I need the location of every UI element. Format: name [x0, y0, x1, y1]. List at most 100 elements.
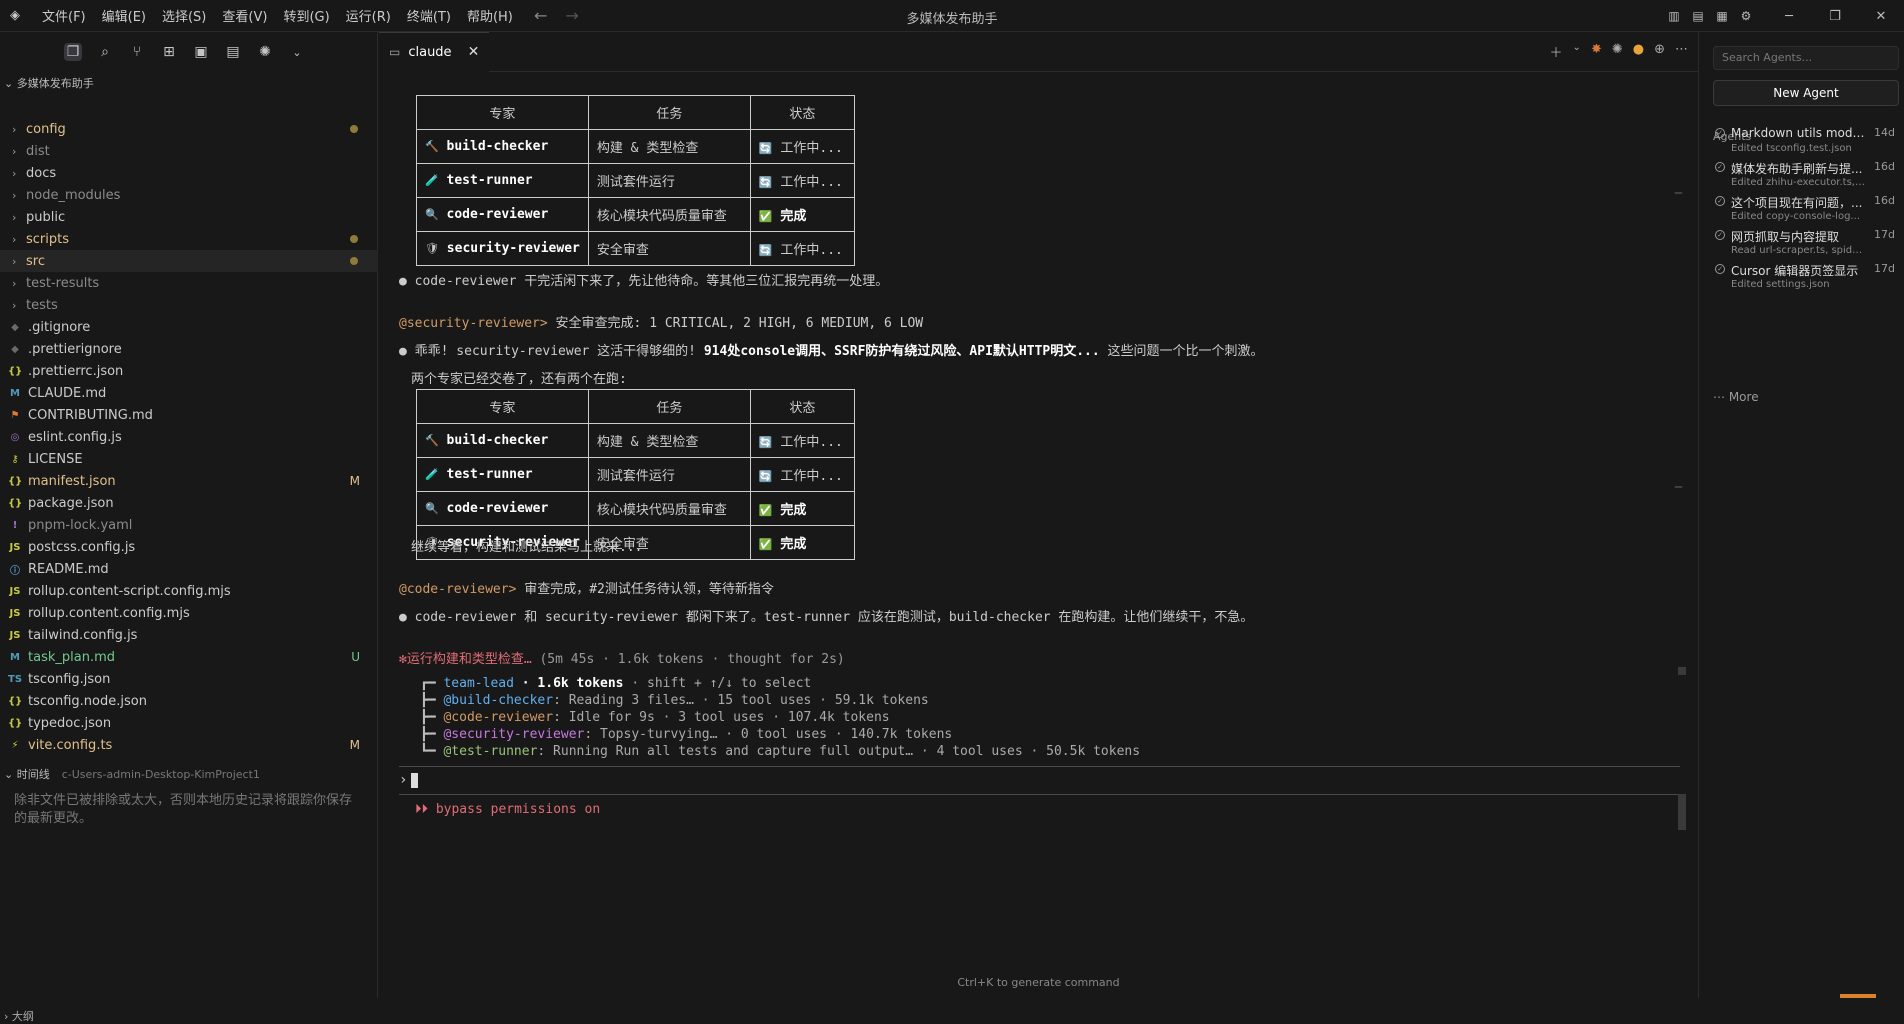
message-bold-text: 914处console调用、SSRF防护有绕过风险、API默认HTTP明文... — [703, 344, 1100, 359]
file-item[interactable]: {} .prettierrc.json — [0, 360, 378, 382]
file-item[interactable]: {} package.json — [0, 492, 378, 514]
status-icon: ✅ — [758, 504, 773, 517]
more-agents-link[interactable]: ⋯ More — [1713, 390, 1759, 404]
file-item[interactable]: JS rollup.content.config.mjs — [0, 602, 378, 624]
chevron-down-icon[interactable]: ⌄ — [288, 43, 306, 61]
back-arrow-icon[interactable]: ← — [534, 6, 547, 25]
outline-header[interactable]: › 大纲 — [0, 1008, 34, 1024]
item-label: .gitignore — [28, 319, 91, 335]
folder-item[interactable]: › dist — [0, 140, 378, 162]
timeline-header[interactable]: ⌄ 时间线 c-Users-admin-Desktop-KimProject1 — [0, 764, 378, 784]
menu-file[interactable]: 文件(F) — [34, 6, 94, 25]
bookmark-icon[interactable]: ▤ — [224, 43, 242, 61]
folder-item[interactable]: › config — [0, 118, 378, 140]
openai-icon[interactable]: ✺ — [256, 43, 274, 61]
team-member-line[interactable]: ┣━ @code-reviewer: Idle for 9s · 3 tool … — [420, 709, 1140, 726]
agent-item[interactable]: ✓ 媒体发布助手刷新与提... 16d Edited zhihu-executor.t… — [1713, 160, 1903, 194]
new-terminal-icon[interactable]: ＋ — [1550, 42, 1563, 61]
chevron-down-icon[interactable]: ⌄ — [1573, 42, 1581, 61]
settings-gear-icon[interactable]: ⚙ — [1734, 9, 1758, 23]
item-label: dist — [26, 143, 50, 159]
file-item[interactable]: ◆ .gitignore — [0, 316, 378, 338]
check-circle-icon: ✓ — [1715, 162, 1725, 172]
search-agents-input[interactable]: Search Agents... — [1713, 46, 1899, 70]
more-actions-icon[interactable]: ⋯ — [1675, 42, 1688, 61]
status-text: 工作中... — [780, 435, 843, 450]
restore-icon[interactable]: ❐ — [1812, 9, 1858, 24]
terminal-output[interactable]: 专家 任务 状态 🔨 build-checker 构建 & 类型检查 🔄 工作中... 🧪 … — [379, 72, 1698, 998]
menu-run[interactable]: 运行(R) — [338, 6, 399, 25]
file-item[interactable]: {} typedoc.json — [0, 712, 378, 734]
remote-explorer-icon[interactable]: ▣ — [192, 43, 210, 61]
file-item[interactable]: ◆ .prettierignore — [0, 338, 378, 360]
agent-item[interactable]: ✓ Cursor 编辑器页签显示 17d Edited settings.json — [1713, 262, 1903, 296]
menu-help[interactable]: 帮助(H) — [459, 6, 521, 25]
status-cell: ✅ 完成 — [749, 525, 855, 560]
team-member-line[interactable]: ┣━ @security-reviewer: Topsy-turvying… ·… — [420, 726, 1140, 743]
forward-arrow-icon[interactable]: → — [565, 6, 578, 25]
project-root-label[interactable]: ⌄ 多媒体发布助手 — [0, 77, 377, 91]
folder-item[interactable]: › scripts — [0, 228, 378, 250]
new-agent-button[interactable]: New Agent — [1713, 80, 1899, 106]
file-item[interactable]: Mtask_plan.md U — [0, 646, 378, 668]
globe-icon[interactable]: ⊕ — [1654, 42, 1665, 61]
team-member-line[interactable]: ┏━ team-lead · 1.6k tokens · shift + ↑/↓… — [420, 675, 1140, 692]
status-text: 工作中... — [780, 469, 843, 484]
folder-item[interactable]: › public — [0, 206, 378, 228]
folder-item[interactable]: › src — [0, 250, 378, 272]
folder-item[interactable]: › test-results — [0, 272, 378, 294]
file-item[interactable]: TS tsconfig.json — [0, 668, 378, 690]
check-circle-icon: ✓ — [1715, 128, 1725, 138]
minimize-icon[interactable]: ─ — [1766, 9, 1812, 24]
openai-icon[interactable]: ✺ — [1612, 42, 1623, 61]
menu-terminal[interactable]: 终端(T) — [399, 6, 459, 25]
chat-icon[interactable]: ● — [1633, 42, 1644, 61]
agent-item[interactable]: ✓ Markdown utils module... 14d Edited tscon… — [1713, 126, 1903, 160]
file-item[interactable]: ⚑ CONTRIBUTING.md — [0, 404, 378, 426]
explorer-files-icon[interactable]: ❐ — [64, 43, 82, 61]
file-item[interactable]: ⚷ LICENSE — [0, 448, 378, 470]
toggle-secondary-sidebar-icon[interactable]: ▦ — [1710, 9, 1734, 23]
team-member-line[interactable]: ┣━ @build-checker: Reading 3 files… · 15… — [420, 692, 1140, 709]
member-name: @code-reviewer — [443, 710, 554, 725]
activity-bar: ❐ ⌕ ⑂ ⊞ ▣ ▤ ✺ ⌄ — [0, 32, 377, 72]
agent-item[interactable]: ✓ 这个项目现在有问题，... 16d Edited copy-console-log… — [1713, 194, 1903, 228]
tree-connector: ┣━ — [420, 727, 444, 742]
menu-go[interactable]: 转到(G) — [275, 6, 337, 25]
file-item[interactable]: {} manifest.json M — [0, 470, 378, 492]
prompt-input[interactable]: › — [399, 772, 419, 788]
extensions-icon[interactable]: ⊞ — [160, 43, 178, 61]
file-item[interactable]: ⓘ README.md — [0, 558, 378, 580]
task-cell: 核心模块代码质量审查 — [587, 197, 751, 232]
menu-edit[interactable]: 编辑(E) — [94, 6, 154, 25]
close-window-icon[interactable]: ✕ — [1858, 9, 1904, 24]
team-member-line[interactable]: ┗━ @test-runner: Running Run all tests a… — [420, 743, 1140, 760]
file-item[interactable]: JS rollup.content-script.config.mjs — [0, 580, 378, 602]
file-item[interactable]: ◎ eslint.config.js — [0, 426, 378, 448]
toggle-sidebar-icon[interactable]: ▥ — [1662, 9, 1686, 23]
file-item[interactable]: {} tsconfig.node.json — [0, 690, 378, 712]
folder-item[interactable]: › docs — [0, 162, 378, 184]
file-item[interactable]: JS tailwind.config.js — [0, 624, 378, 646]
terminal-scrollbar[interactable] — [1678, 794, 1686, 830]
file-item[interactable]: JS postcss.config.js — [0, 536, 378, 558]
file-type-icon: {} — [8, 717, 23, 729]
folder-item[interactable]: › node_modules — [0, 184, 378, 206]
folder-item[interactable]: › tests — [0, 294, 378, 316]
file-item[interactable]: ⚡ vite.config.ts M — [0, 734, 378, 756]
claude-icon[interactable]: ✸ — [1591, 42, 1602, 61]
bypass-permissions-status[interactable]: ⏵⏵ bypass permissions on — [415, 802, 600, 817]
toggle-panel-icon[interactable]: ▤ — [1686, 9, 1710, 23]
source-control-icon[interactable]: ⑂ — [128, 43, 146, 61]
agent-item[interactable]: ✓ 网页抓取与内容提取 17d Read url-scraper.ts, spider… — [1713, 228, 1903, 262]
menu-selection[interactable]: 选择(S) — [154, 6, 214, 25]
menu-view[interactable]: 查看(V) — [214, 6, 275, 25]
file-item[interactable]: ! pnpm-lock.yaml — [0, 514, 378, 536]
tab-label: claude — [408, 44, 452, 60]
search-icon[interactable]: ⌕ — [96, 43, 114, 61]
expert-cell: 🔍 code-reviewer — [416, 197, 589, 232]
item-label: tsconfig.json — [28, 671, 111, 687]
tab-claude[interactable]: ▭ claude ✕ — [379, 31, 490, 72]
file-item[interactable]: M CLAUDE.md — [0, 382, 378, 404]
close-tab-icon[interactable]: ✕ — [468, 44, 480, 60]
